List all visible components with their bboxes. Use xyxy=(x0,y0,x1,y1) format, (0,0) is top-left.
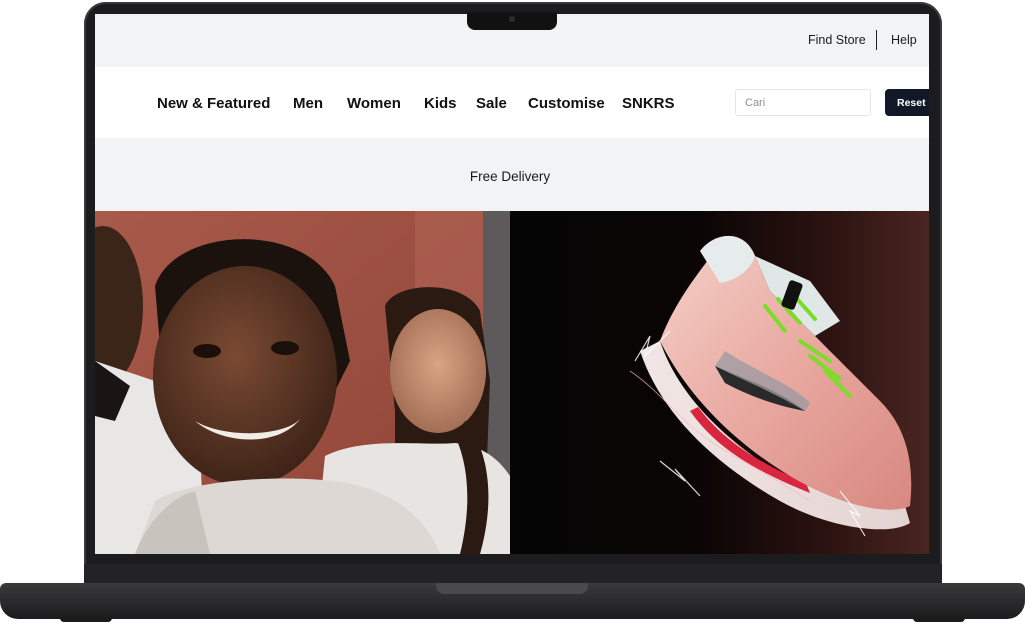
main-nav: New & Featured Men Women Kids Sale Custo… xyxy=(95,67,929,138)
promo-text: Free Delivery xyxy=(469,169,551,184)
search-input[interactable] xyxy=(735,89,871,116)
nav-item-sale[interactable]: Sale xyxy=(476,95,507,112)
hero-section xyxy=(95,211,929,554)
nav-item-men[interactable]: Men xyxy=(293,95,323,112)
find-store-link[interactable]: Find Store xyxy=(808,33,866,47)
hero-people-image[interactable] xyxy=(95,211,510,554)
nav-item-kids[interactable]: Kids xyxy=(424,95,457,112)
laptop-opening-notch xyxy=(436,583,588,594)
hero-shoe-image[interactable] xyxy=(510,211,929,554)
laptop-foot-left xyxy=(60,617,112,622)
reset-button[interactable]: Reset xyxy=(885,89,929,116)
help-link[interactable]: Help xyxy=(891,33,917,47)
laptop-mockup: Find Store Help New & Featured Men Women… xyxy=(0,0,1025,625)
nav-item-women[interactable]: Women xyxy=(347,95,401,112)
nav-item-new-featured[interactable]: New & Featured xyxy=(157,95,270,112)
utility-divider xyxy=(876,30,877,50)
camera-icon xyxy=(509,16,515,22)
browser-viewport: Find Store Help New & Featured Men Women… xyxy=(95,14,929,554)
promo-banner: Free Delivery xyxy=(95,138,929,211)
nav-item-snkrs[interactable]: SNKRS xyxy=(622,95,675,112)
laptop-foot-right xyxy=(913,617,965,622)
laptop-hinge xyxy=(84,564,942,584)
nav-item-customise[interactable]: Customise xyxy=(528,95,605,112)
